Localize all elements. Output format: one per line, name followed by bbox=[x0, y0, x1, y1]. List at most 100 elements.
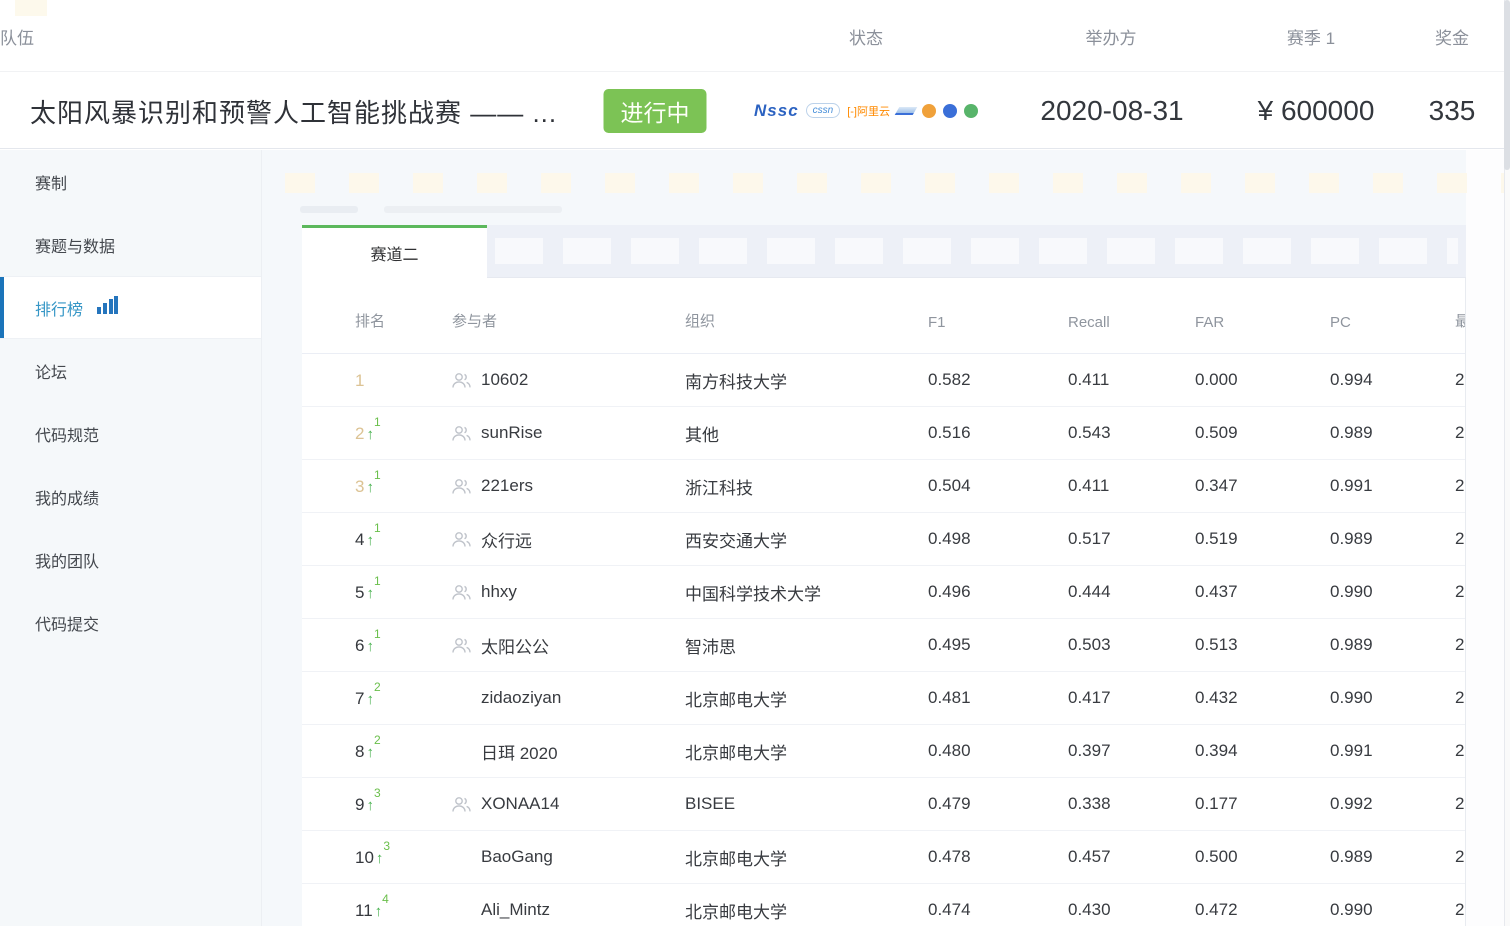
participant-cell: 日珥 2020 bbox=[452, 739, 685, 764]
f1-cell: 0.498 bbox=[928, 529, 1068, 549]
f1-cell: 0.496 bbox=[928, 582, 1068, 602]
medal-orange-icon bbox=[922, 104, 936, 118]
col-header-rank: 排名 bbox=[355, 310, 452, 331]
pc-cell: 0.990 bbox=[1330, 900, 1455, 920]
rank-number: 8 bbox=[355, 742, 364, 762]
rank-delta: 4 bbox=[382, 892, 389, 906]
table-row[interactable]: 9 ↑3 bbox=[302, 778, 1465, 831]
medal-blue-icon bbox=[943, 104, 957, 118]
sidebar-item[interactable]: 我的成绩 bbox=[0, 465, 261, 528]
team-icon bbox=[452, 637, 471, 654]
participant-cell: Ali_Mintz bbox=[452, 900, 685, 920]
far-cell: 0.000 bbox=[1195, 370, 1330, 390]
rank-up-icon: ↑ bbox=[366, 691, 374, 708]
recall-cell: 0.457 bbox=[1068, 847, 1195, 867]
table-row[interactable]: 3 ↑1 bbox=[302, 460, 1465, 513]
sidebar-item[interactable]: 我的团队 bbox=[0, 528, 261, 591]
organizer-logos: Nssc cssn [-]阿里云 bbox=[754, 101, 978, 121]
sidebar-item[interactable]: 赛题与数据 bbox=[0, 213, 261, 276]
meta-column-label: 赛季 1 bbox=[1287, 0, 1335, 72]
org-cell: 智沛思 bbox=[685, 633, 928, 658]
participant-name: hhxy bbox=[481, 582, 517, 602]
team-icon bbox=[452, 425, 471, 442]
rank-number: 5 bbox=[355, 583, 364, 603]
leaderboard-table: 排名 参与者 组织 F1 Recall FAR PC 最 1 ↑ bbox=[302, 278, 1466, 926]
rank-cell: 4 ↑1 bbox=[355, 528, 452, 551]
sidebar-item-label: 代码提交 bbox=[35, 611, 99, 635]
col-header-participant: 参与者 bbox=[452, 310, 685, 331]
table-row[interactable]: 1 ↑ bbox=[302, 354, 1465, 407]
rank-up-icon: ↑ bbox=[366, 532, 374, 549]
participant-cell: 众行远 bbox=[452, 527, 685, 552]
org-cell: 其他 bbox=[685, 421, 928, 446]
table-row[interactable]: 8 ↑2 bbox=[302, 725, 1465, 778]
rank-number: 10 bbox=[355, 848, 374, 868]
table-row[interactable]: 2 ↑1 bbox=[302, 407, 1465, 460]
far-cell: 0.472 bbox=[1195, 900, 1330, 920]
pc-cell: 0.989 bbox=[1330, 635, 1455, 655]
rank-delta: 1 bbox=[374, 574, 381, 588]
tab-track-2[interactable]: 赛道二 bbox=[302, 225, 487, 278]
rank-cell: 1 ↑ bbox=[355, 369, 452, 392]
scrollbar[interactable] bbox=[1504, 0, 1510, 926]
table-row[interactable]: 6 ↑1 bbox=[302, 619, 1465, 672]
teams-count: 335 bbox=[1429, 95, 1476, 127]
participant-cell: XONAA14 bbox=[452, 794, 685, 814]
pc-cell: 0.989 bbox=[1330, 847, 1455, 867]
participant-name: 221ers bbox=[481, 476, 533, 496]
partner-logo bbox=[895, 107, 918, 115]
sidebar-item[interactable]: 赛制 bbox=[0, 150, 261, 213]
org-cell: 西安交通大学 bbox=[685, 527, 928, 552]
scrollbar-thumb[interactable] bbox=[1504, 0, 1510, 170]
watermark-square bbox=[15, 0, 47, 16]
f1-cell: 0.504 bbox=[928, 476, 1068, 496]
clipped-cell: 2 bbox=[1455, 794, 1466, 814]
participant-name: 10602 bbox=[481, 370, 528, 390]
rank-number: 4 bbox=[355, 530, 364, 550]
org-cell: 浙江科技 bbox=[685, 474, 928, 499]
clipped-cell: 2 bbox=[1455, 741, 1466, 761]
recall-cell: 0.411 bbox=[1068, 370, 1195, 390]
rank-delta: 3 bbox=[374, 786, 381, 800]
org-cell: 北京邮电大学 bbox=[685, 845, 928, 870]
rank-cell: 6 ↑1 bbox=[355, 634, 452, 657]
pc-cell: 0.990 bbox=[1330, 582, 1455, 602]
sidebar-item-label: 代码规范 bbox=[35, 422, 99, 446]
table-row[interactable]: 4 ↑1 bbox=[302, 513, 1465, 566]
sidebar-item[interactable]: 代码规范 bbox=[0, 402, 261, 465]
far-cell: 0.177 bbox=[1195, 794, 1330, 814]
team-icon bbox=[452, 584, 471, 601]
participant-name: 太阳公公 bbox=[481, 633, 549, 658]
page-title: 太阳风暴识别和预警人工智能挑战赛 —— ... bbox=[30, 73, 557, 149]
table-row[interactable]: 10 ↑3 bbox=[302, 831, 1465, 884]
sidebar-item[interactable]: 代码提交 bbox=[0, 591, 261, 654]
rank-cell: 11 ↑4 bbox=[355, 899, 452, 922]
pc-cell: 0.992 bbox=[1330, 794, 1455, 814]
table-row[interactable]: 11 ↑4 bbox=[302, 884, 1465, 926]
participant-name: sunRise bbox=[481, 423, 542, 443]
clipped-cell: 2 bbox=[1455, 423, 1466, 443]
participant-cell: 太阳公公 bbox=[452, 633, 685, 658]
sidebar-item-label: 论坛 bbox=[35, 359, 67, 383]
table-row[interactable]: 7 ↑2 bbox=[302, 672, 1465, 725]
participant-cell: BaoGang bbox=[452, 847, 685, 867]
rank-number: 9 bbox=[355, 795, 364, 815]
rank-up-icon: ↑ bbox=[366, 797, 374, 814]
cssn-logo: cssn bbox=[806, 103, 841, 118]
clipped-cell: 2 bbox=[1455, 900, 1466, 920]
team-icon bbox=[452, 796, 471, 813]
rank-cell: 7 ↑2 bbox=[355, 687, 452, 710]
bar-chart-icon bbox=[97, 296, 118, 319]
far-cell: 0.519 bbox=[1195, 529, 1330, 549]
clipped-cell: 2 bbox=[1455, 847, 1466, 867]
far-cell: 0.437 bbox=[1195, 582, 1330, 602]
sidebar-item[interactable]: 论坛 bbox=[0, 339, 261, 402]
table-row[interactable]: 5 ↑1 bbox=[302, 566, 1465, 619]
sidebar-item[interactable]: 排行榜 bbox=[0, 276, 261, 339]
sidebar-nav: 赛制 赛题与数据 bbox=[0, 150, 262, 926]
rank-up-icon: ↑ bbox=[366, 479, 374, 496]
participant-cell: 221ers bbox=[452, 476, 685, 496]
rank-cell: 5 ↑1 bbox=[355, 581, 452, 604]
clipped-cell: 2 bbox=[1455, 635, 1466, 655]
rank-delta: 2 bbox=[374, 680, 381, 694]
